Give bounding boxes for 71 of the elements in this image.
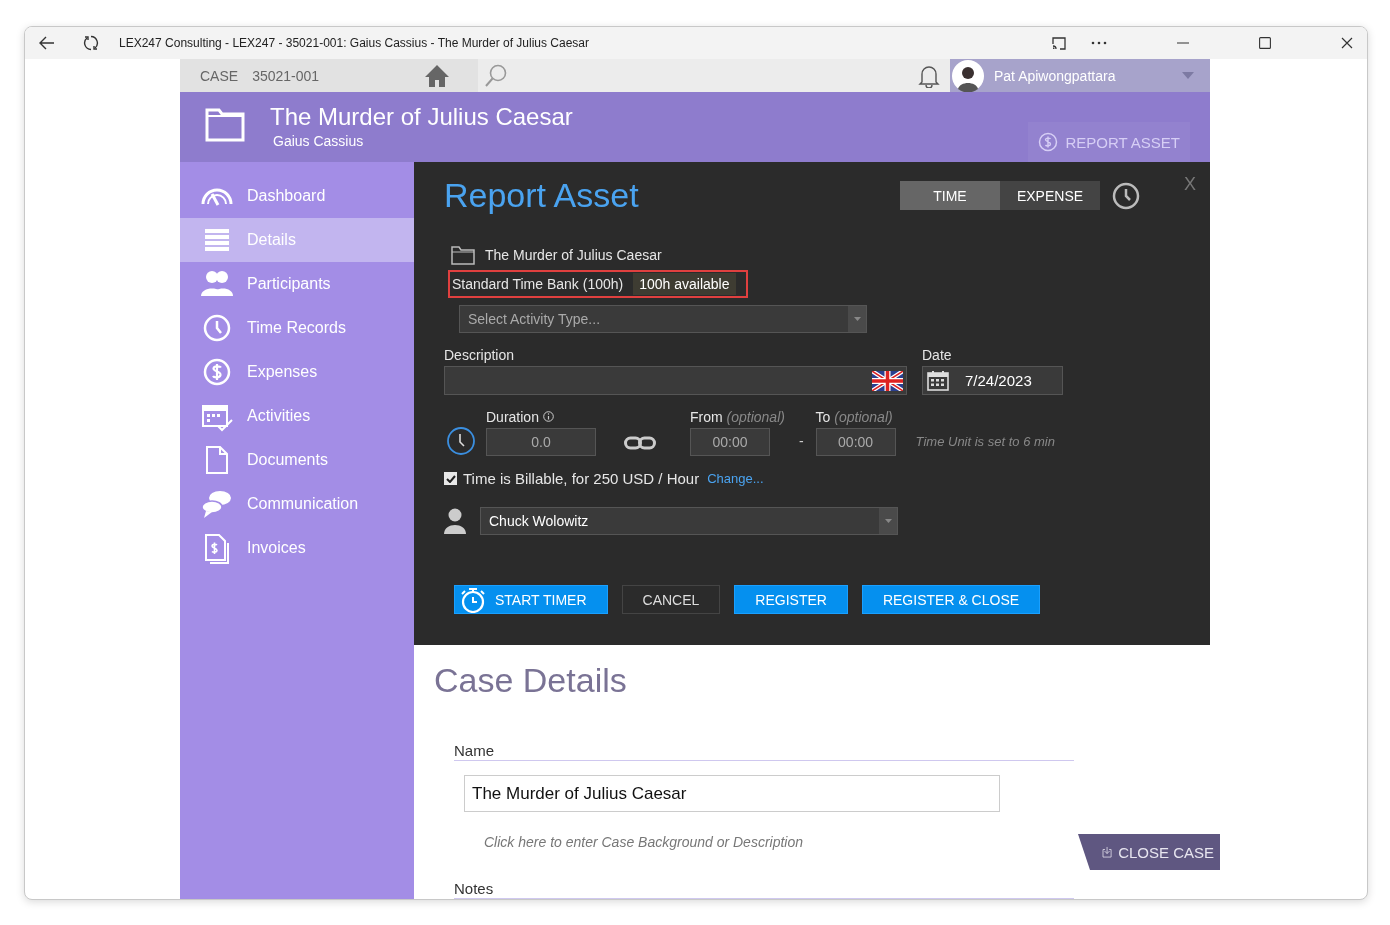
sidebar-item[interactable]: Details xyxy=(180,218,414,262)
link-icon[interactable] xyxy=(624,436,656,450)
sidebar-item[interactable]: Activities xyxy=(180,394,414,438)
window-title: LEX247 Consulting - LEX247 - 35021-001: Gaius Cassius - The Murder of Julius Caesar xyxy=(119,36,591,50)
description-placeholder[interactable]: Click here to enter Case Background or Description xyxy=(484,834,804,850)
time-bank-label: Standard Time Bank (100h) xyxy=(452,276,624,292)
tab[interactable]: TIME xyxy=(900,181,1000,210)
case-label: CASE xyxy=(200,67,239,84)
sidebar-item[interactable]: Expenses xyxy=(180,350,414,394)
time-unit-note: Time Unit is set to 6 min xyxy=(915,434,1055,449)
dollar-icon xyxy=(1037,132,1058,152)
maximize-icon[interactable] xyxy=(1259,37,1271,49)
duration-label: Duration xyxy=(486,409,596,425)
person-icon xyxy=(444,507,466,535)
billable-label: Time is Billable, for 250 USD / Hour xyxy=(463,470,700,487)
flag-icon xyxy=(872,370,903,391)
duration-field[interactable]: 0.0 xyxy=(486,428,596,456)
date-field[interactable]: 7/24/2023 xyxy=(922,366,1063,395)
back-icon[interactable] xyxy=(39,36,55,50)
sidebar-item[interactable]: Time Records xyxy=(180,306,414,350)
activity-type-select[interactable]: Select Activity Type... xyxy=(459,305,867,333)
refresh-icon[interactable] xyxy=(83,35,99,51)
tab[interactable]: EXPENSE xyxy=(1000,181,1100,210)
range-dash: - xyxy=(798,433,804,449)
cast-icon[interactable] xyxy=(1051,35,1067,51)
sidebar-item[interactable]: Invoices xyxy=(180,526,414,570)
name-label: Name xyxy=(454,742,1074,761)
section-title: Case Details xyxy=(434,661,628,700)
case-title: The Murder of Julius Caesar xyxy=(270,103,573,131)
description-label: Description xyxy=(444,347,516,363)
check-icon xyxy=(445,474,456,483)
cancel-button[interactable]: CANCEL xyxy=(621,585,721,614)
from-time-field[interactable]: 00:00 xyxy=(690,428,770,456)
description-field[interactable] xyxy=(444,366,907,395)
billable-checkbox[interactable] xyxy=(444,472,457,485)
calendar-icon xyxy=(927,370,949,391)
start-timer-button[interactable]: START TIMER xyxy=(454,585,608,614)
to-time-field[interactable]: 00:00 xyxy=(815,428,896,456)
caret-icon xyxy=(884,519,892,523)
sidebar-item[interactable]: Documents xyxy=(180,438,414,482)
home-icon[interactable] xyxy=(424,63,450,88)
case-client: Gaius Cassius xyxy=(273,133,365,149)
caret-icon xyxy=(853,317,861,321)
to-time-label: To (optional) xyxy=(815,409,894,425)
sidebar-item[interactable]: Dashboard xyxy=(180,174,414,218)
sidebar-item[interactable]: Participants xyxy=(180,262,414,306)
info-icon xyxy=(542,411,554,422)
folder-icon xyxy=(451,245,475,265)
clock-icon[interactable] xyxy=(1112,181,1140,210)
close-case-button[interactable]: CLOSE CASE xyxy=(1078,834,1220,870)
register-button[interactable]: REGISTER & CLOSE xyxy=(861,585,1041,614)
more-icon[interactable] xyxy=(1091,41,1107,45)
date-label: Date xyxy=(922,347,953,363)
change-link[interactable]: Change... xyxy=(707,471,764,486)
close-icon[interactable] xyxy=(1341,37,1353,49)
sidebar-item[interactable]: Communication xyxy=(180,482,414,526)
notes-label: Notes xyxy=(454,880,1074,899)
register-button[interactable]: REGISTER xyxy=(734,585,848,614)
chat-icon xyxy=(200,488,234,520)
case-name: The Murder of Julius Caesar xyxy=(485,247,662,263)
user-select[interactable]: Chuck Wolowitz xyxy=(480,507,898,535)
case-number: 35021-001 xyxy=(252,67,320,84)
folder-icon xyxy=(205,106,245,142)
dialog-title: Report Asset xyxy=(444,176,640,215)
clock-icon xyxy=(446,426,476,456)
name-field[interactable]: The Murder of Julius Caesar xyxy=(464,775,1000,812)
stopwatch-icon xyxy=(459,586,487,613)
from-time-label: From (optional) xyxy=(690,409,785,425)
bell-icon[interactable] xyxy=(918,63,940,88)
available-badge: 100h available xyxy=(633,273,736,295)
close-button[interactable]: X xyxy=(1184,174,1196,195)
